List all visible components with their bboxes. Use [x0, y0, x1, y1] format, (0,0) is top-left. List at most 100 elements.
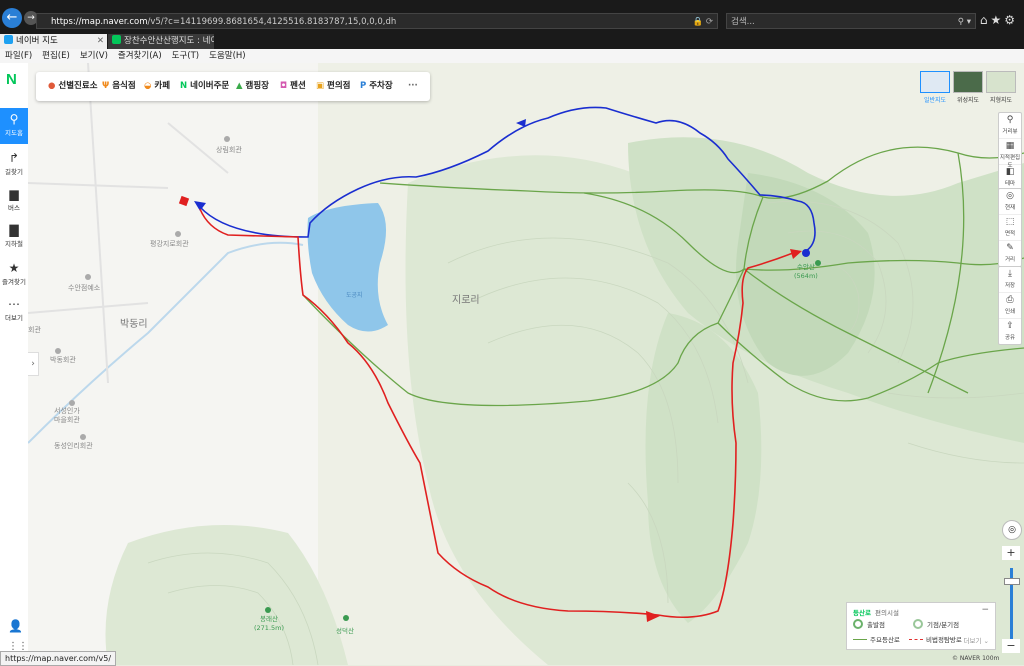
dashed-line-icon	[909, 639, 923, 640]
map-label-sangrim: 상림회관	[216, 146, 242, 154]
menu-tools[interactable]: 도구(T)	[167, 49, 204, 63]
legend-title[interactable]: 등산로	[853, 607, 871, 617]
legend-junction: 기점/분기점	[913, 619, 959, 629]
layer-label: 지형지도	[989, 97, 1013, 104]
sidebar-item-label: 길찾기	[5, 168, 23, 176]
pin-icon: ●	[48, 81, 56, 91]
tab-hiking-map[interactable]: 장찬수안산산행지도 : 네이버...	[108, 34, 214, 49]
tool-current-location[interactable]: ◎ 현재	[999, 190, 1021, 215]
category-bar: ● 선별진료소 Ψ 음식점 ◒ 카페 N 네이버주문 ▲ 캠핑장 ◘ 펜션 ▣ 편의점 P 주차…	[36, 72, 430, 101]
category-naver-order[interactable]: N 네이버주문	[180, 72, 229, 101]
sidebar-item-directions[interactable]: ↱ 길찾기	[0, 147, 28, 183]
browser-search-input[interactable]: 검색... ⚲ ▾	[726, 13, 976, 29]
layer-terrain[interactable]: 지형지도	[986, 70, 1016, 104]
category-cafe[interactable]: ◒ 카페	[144, 72, 170, 101]
url-field[interactable]: https://map.naver.com/v5/?c=14119699.868…	[36, 13, 718, 29]
download-icon: ⤓	[1008, 269, 1012, 279]
browser-address-bar: ← → https://map.naver.com/v5/?c=14119699…	[0, 0, 1024, 33]
tool-share[interactable]: ⇪ 공유	[999, 320, 1021, 344]
sidebar-item-bus[interactable]: ▆ 버스	[0, 183, 28, 219]
tool-theme[interactable]: ◧ 테마	[999, 166, 1021, 190]
map-canvas[interactable]: 도공지 상림회관 평강지로회관 수안점예소 박동리 회관 박동회관 서성인가 마…	[28, 63, 1024, 665]
start-dot-icon	[853, 619, 863, 629]
search-placeholder: 검색...	[731, 17, 755, 27]
left-sidebar: N ⚲ 지도홈 ↱ 길찾기 ▆ 버스 ▇ 지하철 ★ 즐겨찾기 ⋯ 더보기 👤 ⋮⋮	[0, 63, 29, 665]
cup-icon: ◒	[144, 81, 152, 91]
category-restaurant[interactable]: Ψ 음식점	[102, 72, 136, 101]
map-label-seoseong: 서성인가 마을회관	[54, 407, 80, 424]
menu-edit[interactable]: 편집(E)	[37, 49, 75, 63]
tool-save[interactable]: ⤓ 저장	[999, 268, 1021, 293]
category-label: 캠핑장	[245, 81, 270, 91]
home-star-gear-icons[interactable]: ⌂★⚙	[980, 13, 1018, 27]
map-drawing: 도공지	[28, 63, 1024, 665]
tool-area[interactable]: ⬚ 면적	[999, 216, 1021, 241]
satellite-map-thumb	[953, 71, 983, 93]
menu-file[interactable]: 파일(F)	[0, 49, 37, 63]
layer-satellite[interactable]: 위성지도	[953, 70, 983, 104]
tab-label: 네이버 지도	[16, 36, 58, 46]
menu-favorites[interactable]: 즐겨찾기(A)	[113, 49, 167, 63]
category-pension[interactable]: ◘ 펜션	[280, 72, 306, 101]
category-convenience[interactable]: ▣ 편의점	[316, 72, 351, 101]
print-icon: ⎙	[1006, 295, 1014, 305]
tool-label: 면적	[1004, 231, 1016, 237]
sidebar-item-map-home[interactable]: ⚲ 지도홈	[0, 108, 28, 144]
search-icon[interactable]: ⚲ ▾	[958, 14, 971, 30]
layer-normal[interactable]: 일반지도	[920, 70, 950, 104]
sidebar-item-subway[interactable]: ▇ 지하철	[0, 219, 28, 255]
legend-more-button[interactable]: 더보기 ⌄	[964, 635, 989, 645]
category-camping[interactable]: ▲ 캠핑장	[236, 72, 269, 101]
tent-icon: ▲	[236, 81, 243, 91]
legend-minimize-button[interactable]: −	[981, 605, 989, 615]
subway-icon: ▇	[9, 223, 19, 237]
tool-street-view[interactable]: ⚲ 거리뷰	[999, 114, 1021, 139]
tool-cadastral[interactable]: ▦ 지적편집도	[999, 140, 1021, 169]
reservoir-label: 도공지	[346, 291, 363, 299]
sidebar-collapse-chevron-icon[interactable]: ›	[28, 352, 39, 376]
zoom-control: ◎ + −	[1002, 520, 1022, 655]
tool-label: 현재	[1004, 205, 1016, 211]
legend-other-trail: 비법정탐방로	[909, 634, 962, 644]
tab-label: 장찬수안산산행지도 : 네이버...	[124, 36, 214, 46]
map-label-dongseong: 동성인리회관	[54, 442, 93, 450]
category-screening-clinic[interactable]: ● 선별진료소	[48, 72, 98, 101]
tab-naver-map[interactable]: 네이버 지도 ✕	[0, 34, 107, 49]
menu-help[interactable]: 도움말(H)	[204, 49, 250, 63]
legend-main-trail: 주요등산로	[853, 634, 900, 644]
more-categories-button[interactable]: ···	[408, 72, 418, 101]
sidebar-item-more[interactable]: ⋯ 더보기	[0, 293, 28, 329]
tool-label: 인쇄	[1004, 309, 1016, 315]
category-label: 음식점	[112, 81, 136, 91]
sidebar-item-favorites[interactable]: ★ 즐겨찾기	[0, 257, 28, 293]
map-layer-selector: 일반지도 위성지도 지형지도	[920, 70, 1018, 106]
compass-icon[interactable]: ◎	[1002, 520, 1022, 540]
naver-logo[interactable]: N	[6, 71, 17, 88]
lock-refresh-icon[interactable]: 🔒 ⟳	[693, 14, 713, 28]
category-label: 주차장	[369, 81, 393, 91]
close-icon[interactable]: ✕	[97, 34, 104, 49]
zoom-out-button[interactable]: −	[1002, 639, 1020, 653]
legend-junction-label: 기점/분기점	[927, 621, 960, 629]
theme-icon: ◧	[1005, 167, 1015, 177]
tool-label: 테마	[1004, 181, 1016, 187]
terrain-map-thumb	[986, 71, 1016, 93]
zoom-in-button[interactable]: +	[1002, 546, 1020, 560]
zoom-slider-thumb[interactable]	[1004, 578, 1020, 585]
tool-print[interactable]: ⎙ 인쇄	[999, 294, 1021, 319]
user-icon[interactable]: 👤	[8, 619, 23, 633]
legend-subtitle[interactable]: 편의시설	[875, 607, 899, 617]
category-parking[interactable]: P 주차장	[360, 72, 393, 101]
map-label-jiro-ri: 지로리	[452, 295, 480, 306]
menu-bar: 파일(F) 편집(E) 보기(V) 즐겨찾기(A) 도구(T) 도움말(H)	[0, 49, 1024, 64]
back-arrow-icon[interactable]: ←	[2, 8, 22, 28]
store-icon: ▣	[316, 81, 325, 91]
tool-distance[interactable]: ✎ 거리	[999, 242, 1021, 266]
status-bar-url: https://map.naver.com/v5/	[0, 651, 117, 666]
tool-label: 저장	[1004, 283, 1016, 289]
category-label: 카페	[154, 81, 171, 91]
legend-main-trail-label: 주요등산로	[870, 636, 900, 644]
menu-view[interactable]: 보기(V)	[75, 49, 113, 63]
directions-icon: ↱	[8, 151, 20, 165]
map-scale: © NAVER 100m	[952, 655, 1000, 662]
